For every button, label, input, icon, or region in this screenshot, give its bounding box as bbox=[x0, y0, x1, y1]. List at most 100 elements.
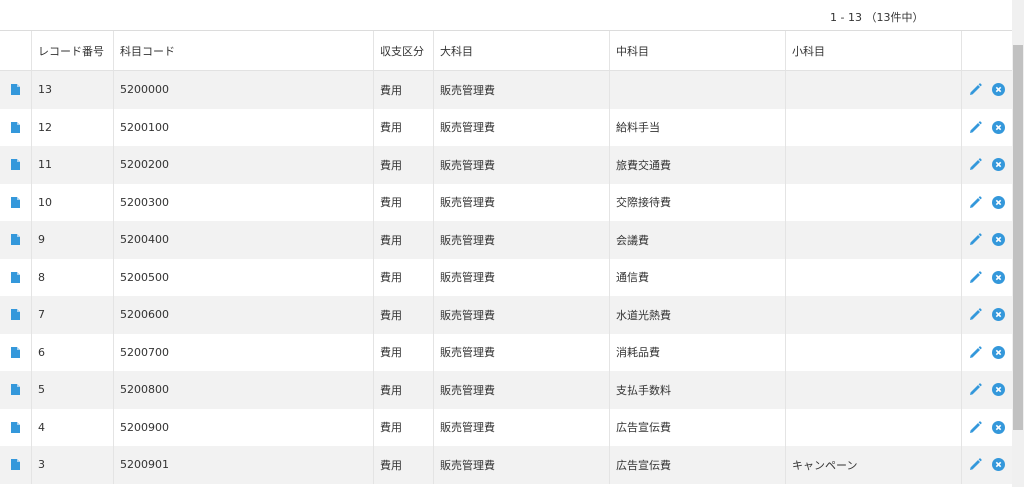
cell-chu: 消耗品費 bbox=[610, 333, 786, 371]
cell-actions bbox=[962, 71, 1012, 109]
document-icon[interactable] bbox=[11, 196, 20, 208]
cell-kubun: 費用 bbox=[374, 146, 434, 184]
cell-chu: 交際接待費 bbox=[610, 183, 786, 221]
row-detail-cell[interactable] bbox=[0, 221, 32, 259]
cell-dai: 販売管理費 bbox=[434, 371, 610, 409]
row-detail-cell[interactable] bbox=[0, 108, 32, 146]
document-icon[interactable] bbox=[11, 421, 20, 433]
row-detail-cell[interactable] bbox=[0, 408, 32, 446]
close-circle-icon[interactable] bbox=[992, 458, 1005, 472]
close-circle-icon[interactable] bbox=[992, 270, 1005, 284]
document-icon[interactable] bbox=[11, 159, 20, 171]
pencil-icon[interactable] bbox=[969, 383, 982, 396]
cell-code: 5200901 bbox=[114, 446, 374, 484]
table-row[interactable]: 11 5200200 費用 販売管理費 旅費交通費 bbox=[0, 146, 1012, 184]
table-row[interactable]: 12 5200100 費用 販売管理費 給料手当 bbox=[0, 108, 1012, 147]
cell-sho bbox=[786, 371, 962, 409]
header-sho[interactable]: 小科目 bbox=[786, 31, 962, 70]
cell-code: 5200600 bbox=[114, 296, 374, 334]
close-circle-icon[interactable] bbox=[992, 233, 1005, 247]
row-detail-cell[interactable] bbox=[0, 146, 32, 184]
cell-dai: 販売管理費 bbox=[434, 221, 610, 259]
document-icon[interactable] bbox=[11, 459, 20, 471]
document-icon[interactable] bbox=[11, 384, 20, 396]
close-circle-icon[interactable] bbox=[992, 83, 1005, 97]
cell-record-no: 12 bbox=[32, 108, 114, 146]
close-circle-icon[interactable] bbox=[992, 383, 1005, 397]
vertical-scrollbar[interactable] bbox=[1012, 0, 1024, 487]
cell-code: 5200900 bbox=[114, 408, 374, 446]
document-icon[interactable] bbox=[11, 309, 20, 321]
close-circle-icon[interactable] bbox=[992, 420, 1005, 434]
close-circle-icon[interactable] bbox=[992, 158, 1005, 172]
table-row[interactable]: 13 5200000 費用 販売管理費 bbox=[0, 71, 1012, 109]
cell-sho bbox=[786, 296, 962, 334]
table-row[interactable]: 5 5200800 費用 販売管理費 支払手数料 bbox=[0, 371, 1012, 409]
cell-dai: 販売管理費 bbox=[434, 71, 610, 109]
table-row[interactable]: 10 5200300 費用 販売管理費 交際接待費 bbox=[0, 183, 1012, 222]
row-detail-cell[interactable] bbox=[0, 183, 32, 221]
table-row[interactable]: 4 5200900 費用 販売管理費 広告宣伝費 bbox=[0, 408, 1012, 447]
cell-code: 5200800 bbox=[114, 371, 374, 409]
cell-sho: キャンペーン bbox=[786, 446, 962, 484]
cell-sho bbox=[786, 108, 962, 146]
pencil-icon[interactable] bbox=[969, 308, 982, 321]
cell-actions bbox=[962, 221, 1012, 259]
table-row[interactable]: 6 5200700 費用 販売管理費 消耗品費 bbox=[0, 333, 1012, 372]
cell-chu: 水道光熱費 bbox=[610, 296, 786, 334]
document-icon[interactable] bbox=[11, 234, 20, 246]
cell-sho bbox=[786, 408, 962, 446]
table-row[interactable]: 3 5200901 費用 販売管理費 広告宣伝費 キャンペーン bbox=[0, 446, 1012, 484]
header-dai[interactable]: 大科目 bbox=[434, 31, 610, 70]
pencil-icon[interactable] bbox=[969, 458, 982, 471]
row-detail-cell[interactable] bbox=[0, 258, 32, 296]
document-icon[interactable] bbox=[11, 346, 20, 358]
cell-actions bbox=[962, 109, 1012, 147]
cell-record-no: 6 bbox=[32, 333, 114, 371]
close-circle-icon[interactable] bbox=[992, 120, 1005, 134]
header-code[interactable]: 科目コード bbox=[114, 31, 374, 70]
header-icon-col bbox=[0, 31, 32, 70]
cell-dai: 販売管理費 bbox=[434, 446, 610, 484]
pencil-icon[interactable] bbox=[969, 196, 982, 209]
table-row[interactable]: 8 5200500 費用 販売管理費 通信費 bbox=[0, 258, 1012, 296]
cell-actions bbox=[962, 446, 1012, 484]
row-detail-cell[interactable] bbox=[0, 71, 32, 109]
table-row[interactable]: 7 5200600 費用 販売管理費 水道光熱費 bbox=[0, 296, 1012, 334]
cell-code: 5200700 bbox=[114, 333, 374, 371]
cell-actions bbox=[962, 409, 1012, 447]
cell-record-no: 4 bbox=[32, 408, 114, 446]
pencil-icon[interactable] bbox=[969, 233, 982, 246]
close-circle-icon[interactable] bbox=[992, 308, 1005, 322]
table-row[interactable]: 9 5200400 費用 販売管理費 会議費 bbox=[0, 221, 1012, 259]
pencil-icon[interactable] bbox=[969, 83, 982, 96]
cell-record-no: 13 bbox=[32, 71, 114, 109]
pencil-icon[interactable] bbox=[969, 271, 982, 284]
cell-chu: 通信費 bbox=[610, 258, 786, 296]
close-circle-icon[interactable] bbox=[992, 345, 1005, 359]
cell-actions bbox=[962, 184, 1012, 222]
header-record-no[interactable]: レコード番号 bbox=[32, 31, 114, 70]
cell-code: 5200400 bbox=[114, 221, 374, 259]
document-icon[interactable] bbox=[11, 121, 20, 133]
pencil-icon[interactable] bbox=[969, 158, 982, 171]
pencil-icon[interactable] bbox=[969, 421, 982, 434]
pencil-icon[interactable] bbox=[969, 121, 982, 134]
cell-actions bbox=[962, 334, 1012, 372]
close-circle-icon[interactable] bbox=[992, 195, 1005, 209]
cell-kubun: 費用 bbox=[374, 371, 434, 409]
row-detail-cell[interactable] bbox=[0, 296, 32, 334]
document-icon[interactable] bbox=[11, 271, 20, 283]
document-icon[interactable] bbox=[11, 84, 20, 96]
pencil-icon[interactable] bbox=[969, 346, 982, 359]
row-detail-cell[interactable] bbox=[0, 446, 32, 484]
scrollbar-thumb[interactable] bbox=[1013, 45, 1023, 430]
row-detail-cell[interactable] bbox=[0, 333, 32, 371]
cell-sho bbox=[786, 71, 962, 109]
header-kubun[interactable]: 収支区分 bbox=[374, 31, 434, 70]
cell-code: 5200500 bbox=[114, 258, 374, 296]
row-detail-cell[interactable] bbox=[0, 371, 32, 409]
cell-kubun: 費用 bbox=[374, 71, 434, 109]
header-chu[interactable]: 中科目 bbox=[610, 31, 786, 70]
cell-kubun: 費用 bbox=[374, 183, 434, 221]
